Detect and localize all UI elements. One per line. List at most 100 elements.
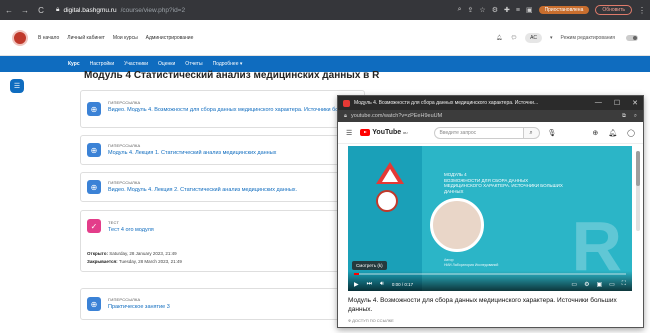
edit-mode-label: Режим редактирования: [560, 34, 616, 41]
share-icon[interactable]: ⇪: [468, 6, 474, 14]
video-player[interactable]: МОДУЛЬ 4 ВОЗМОЖНОСТИ ДЛЯ СБОРА ДАННЫХ МЕ…: [348, 146, 632, 291]
globe-icon: ⊕: [87, 180, 101, 194]
search-icon[interactable]: ⌕: [523, 126, 540, 139]
tab-participants[interactable]: Участники: [124, 61, 148, 67]
edit-mode-toggle[interactable]: [626, 34, 638, 41]
forward-icon[interactable]: →: [20, 6, 30, 15]
activity-type: ГИПЕРССЫЛКА: [108, 143, 141, 148]
popup-url: youtube.com/watch?v=zPEeH9euUM: [350, 113, 443, 119]
youtube-popup-window: Модуль 4. Возможности для сбора данных м…: [337, 95, 644, 328]
subtitles-icon[interactable]: ▭: [571, 281, 577, 288]
star-icon[interactable]: ☆: [479, 6, 485, 14]
globe-icon: ⊕: [87, 102, 101, 116]
university-seal: [376, 190, 398, 212]
microphone-icon[interactable]: 🎙︎: [548, 129, 557, 137]
account-icon[interactable]: ◯: [627, 129, 635, 137]
zoom-icon[interactable]: ⌕: [458, 6, 462, 14]
youtube-masthead: ☰ YouTube RU Введите запрос ⌕ 🎙︎ ⊕ 🔔︎ ◯: [338, 122, 643, 144]
list-icon: ☰: [13, 83, 21, 90]
youtube-region: RU: [403, 130, 408, 135]
youtube-logo-text: YouTube: [372, 129, 402, 136]
profile-button[interactable]: Приостановлена: [538, 6, 590, 14]
tab-course[interactable]: Курс: [68, 61, 80, 67]
site-header: В начало Личный кабинет Мои курсы Админи…: [0, 20, 650, 56]
player-controls: ▶ ⏭ 🔊︎ 0:00 / 0:17 ▭ ⚙ ▣ ▭ ⛶: [348, 271, 632, 291]
open-in-browser-icon[interactable]: ⧉: [622, 113, 626, 120]
tab-more[interactable]: Подробнее ▾: [213, 61, 243, 67]
nav-home[interactable]: В начало: [38, 35, 59, 41]
progress-bar[interactable]: [354, 273, 626, 275]
open-label: Открыто:: [87, 251, 108, 256]
minimize-icon[interactable]: —: [595, 99, 602, 107]
popup-title: Модуль 4. Возможности для сбора данных м…: [354, 100, 539, 106]
activity-card: ⊕ ГИПЕРССЫЛКА Модуль 4. Лекция 1. Статис…: [80, 135, 365, 165]
popup-address-bar[interactable]: 🔒︎ youtube.com/watch?v=zPEeH9euUM ⧉ ⌕: [338, 110, 643, 122]
activity-card: ⊕ ГИПЕРССЫЛКА Видео. Модуль 4. Лекция 2.…: [80, 172, 365, 202]
hamburger-icon[interactable]: ☰: [346, 129, 352, 137]
activity-link[interactable]: Тест 4 ого модуля: [108, 227, 154, 233]
video-meta: Ф ДОСТУП ПО ССЫЛКЕ: [348, 318, 394, 323]
puzzle-icon[interactable]: ✚: [504, 6, 510, 14]
url-host: digital.bashgmu.ru: [63, 6, 117, 14]
popup-titlebar: Модуль 4. Возможности для сбора данных м…: [338, 96, 643, 110]
quiz-icon: ✓: [87, 219, 101, 233]
settings-icon[interactable]: ⚙: [584, 281, 589, 288]
activity-type: ТЕСТ: [108, 220, 120, 225]
youtube-search-input[interactable]: Введите запрос: [433, 126, 524, 139]
time-display: 0:00 / 0:17: [391, 282, 414, 287]
tab-reports[interactable]: Отчеты: [185, 61, 202, 67]
tab-settings[interactable]: Настройки: [90, 61, 115, 67]
messages-icon[interactable]: 💬︎: [511, 35, 517, 41]
close-icon[interactable]: ✕: [632, 99, 638, 107]
activity-type: ГИПЕРССЫЛКА: [108, 297, 141, 302]
notifications-icon[interactable]: 🔔︎: [496, 35, 502, 41]
tab-grades[interactable]: Оценки: [158, 61, 175, 67]
open-value: Saturday, 28 January 2023, 21:49: [109, 251, 177, 256]
popup-scrollbar[interactable]: [636, 151, 640, 231]
scrollbar-thumb[interactable]: [636, 151, 640, 186]
back-icon[interactable]: ←: [4, 6, 14, 15]
watch-tooltip: Смотреть (k): [352, 261, 387, 270]
course-index-button[interactable]: ☰: [10, 79, 24, 93]
nav-my-courses[interactable]: Мои курсы: [113, 35, 138, 41]
reload-icon[interactable]: C: [36, 6, 46, 15]
address-bar[interactable]: 🔒︎ digital.bashgmu.ru/course/view.php?id…: [56, 6, 185, 14]
progress-fill: [354, 273, 360, 275]
extension-icon[interactable]: ⚙: [492, 6, 498, 14]
university-logo[interactable]: [12, 29, 28, 46]
theater-icon[interactable]: ▭: [609, 281, 615, 288]
globe-icon: ⊕: [87, 143, 101, 157]
create-video-icon[interactable]: ⊕: [592, 129, 598, 137]
activity-link[interactable]: Модуль 4. Лекция 1. Статистический анали…: [108, 150, 276, 156]
avatar[interactable]: АС: [525, 32, 542, 43]
activity-link[interactable]: Видео. Модуль 4. Лекция 2. Статистически…: [108, 187, 297, 193]
menu-icon[interactable]: ⋮: [638, 6, 646, 15]
youtube-logo[interactable]: YouTube RU: [360, 129, 408, 136]
search-icon[interactable]: ⌕: [634, 113, 637, 120]
close-label: Закрывается:: [87, 259, 118, 264]
volume-icon[interactable]: 🔊︎: [380, 281, 384, 288]
close-value: Tuesday, 28 March 2023, 21:49: [118, 259, 182, 264]
fullscreen-icon[interactable]: ⛶: [622, 281, 626, 288]
browser-toolbar: ← → C 🔒︎ digital.bashgmu.ru/course/view.…: [0, 0, 650, 20]
section-title: Модуль 4 Статистический анализ медицинск…: [84, 70, 380, 81]
activity-link[interactable]: Практическое занятие 3: [108, 304, 170, 310]
maximize-icon[interactable]: ☐: [614, 99, 620, 107]
update-button[interactable]: Обновить: [595, 5, 632, 15]
activity-type: ГИПЕРССЫЛКА: [108, 100, 141, 105]
youtube-play-icon: [360, 129, 371, 136]
lock-icon: 🔒︎: [344, 112, 347, 119]
bell-icon[interactable]: 🔔︎: [608, 129, 617, 137]
media-icon[interactable]: ≡: [516, 7, 520, 14]
activity-card: ⊕ ГИПЕРССЫЛКА Практическое занятие 3: [80, 288, 365, 320]
activity-card: ✓ ТЕСТ Тест 4 ого модуля Открыто: Saturd…: [80, 210, 365, 272]
youtube-favicon-icon: [343, 99, 350, 107]
next-icon[interactable]: ⏭: [367, 281, 372, 288]
chevron-down-icon[interactable]: ▾: [550, 35, 553, 41]
miniplayer-icon[interactable]: ▣: [596, 281, 602, 288]
play-icon[interactable]: ▶: [354, 281, 359, 288]
activity-type: ГИПЕРССЫЛКА: [108, 180, 141, 185]
window-icon[interactable]: ▣: [526, 6, 533, 14]
nav-dashboard[interactable]: Личный кабинет: [67, 35, 105, 41]
nav-admin[interactable]: Администрирование: [146, 35, 194, 41]
